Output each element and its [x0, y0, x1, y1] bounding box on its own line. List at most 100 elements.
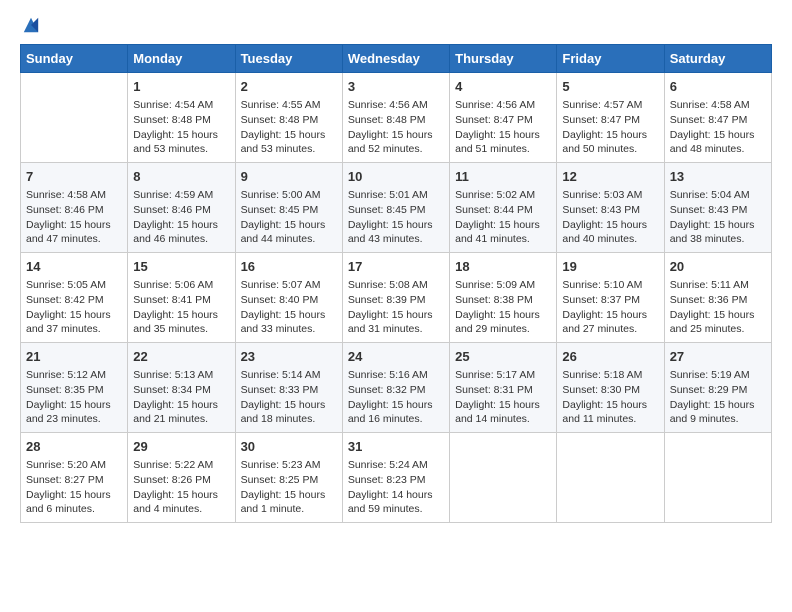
calendar-cell: 25 Sunrise: 5:17 AM Sunset: 8:31 PM Dayli… — [450, 343, 557, 433]
calendar-cell: 27 Sunrise: 5:19 AM Sunset: 8:29 PM Dayli… — [664, 343, 771, 433]
calendar-cell: 10 Sunrise: 5:01 AM Sunset: 8:45 PM Dayli… — [342, 163, 449, 253]
cell-content: Sunrise: 4:58 AM Sunset: 8:46 PM Dayligh… — [26, 188, 122, 247]
day-number: 27 — [670, 348, 766, 366]
day-number: 26 — [562, 348, 658, 366]
calendar-cell: 9 Sunrise: 5:00 AM Sunset: 8:45 PM Daylig… — [235, 163, 342, 253]
calendar-cell: 4Sunrise: 4:56 AM Sunset: 8:47 PM Daylig… — [450, 73, 557, 163]
cell-content: Sunrise: 5:22 AM Sunset: 8:26 PM Dayligh… — [133, 458, 229, 517]
day-number: 20 — [670, 258, 766, 276]
day-number: 25 — [455, 348, 551, 366]
calendar-cell: 20 Sunrise: 5:11 AM Sunset: 8:36 PM Dayli… — [664, 253, 771, 343]
cell-content: Sunrise: 4:56 AM Sunset: 8:47 PM Dayligh… — [455, 98, 551, 157]
day-number: 14 — [26, 258, 122, 276]
calendar-week-row: 21 Sunrise: 5:12 AM Sunset: 8:35 PM Dayli… — [21, 343, 772, 433]
cell-content: Sunrise: 5:05 AM Sunset: 8:42 PM Dayligh… — [26, 278, 122, 337]
weekday-header-tuesday: Tuesday — [235, 45, 342, 73]
day-number: 22 — [133, 348, 229, 366]
calendar-cell: 18 Sunrise: 5:09 AM Sunset: 8:38 PM Dayli… — [450, 253, 557, 343]
cell-content: Sunrise: 5:24 AM Sunset: 8:23 PM Dayligh… — [348, 458, 444, 517]
cell-content: Sunrise: 5:08 AM Sunset: 8:39 PM Dayligh… — [348, 278, 444, 337]
day-number: 5 — [562, 78, 658, 96]
calendar-cell: 1 Sunrise: 4:54 AM Sunset: 8:48 PM Daylig… — [128, 73, 235, 163]
calendar-cell: 7 Sunrise: 4:58 AM Sunset: 8:46 PM Daylig… — [21, 163, 128, 253]
weekday-header-friday: Friday — [557, 45, 664, 73]
calendar-cell: 29 Sunrise: 5:22 AM Sunset: 8:26 PM Dayli… — [128, 433, 235, 523]
calendar-cell: 23Sunrise: 5:14 AM Sunset: 8:33 PM Dayli… — [235, 343, 342, 433]
day-number: 24 — [348, 348, 444, 366]
day-number: 13 — [670, 168, 766, 186]
calendar-cell: 31 Sunrise: 5:24 AM Sunset: 8:23 PM Dayli… — [342, 433, 449, 523]
day-number: 29 — [133, 438, 229, 456]
day-number: 31 — [348, 438, 444, 456]
calendar-cell — [21, 73, 128, 163]
cell-content: Sunrise: 5:12 AM Sunset: 8:35 PM Dayligh… — [26, 368, 122, 427]
day-number: 3 — [348, 78, 444, 96]
day-number: 19 — [562, 258, 658, 276]
cell-content: Sunrise: 5:06 AM Sunset: 8:41 PM Dayligh… — [133, 278, 229, 337]
cell-content: Sunrise: 5:20 AM Sunset: 8:27 PM Dayligh… — [26, 458, 122, 517]
day-number: 12 — [562, 168, 658, 186]
calendar-cell: 14 Sunrise: 5:05 AM Sunset: 8:42 PM Dayli… — [21, 253, 128, 343]
day-number: 11 — [455, 168, 551, 186]
calendar-cell: 12Sunrise: 5:03 AM Sunset: 8:43 PM Dayli… — [557, 163, 664, 253]
cell-content: Sunrise: 4:58 AM Sunset: 8:47 PM Dayligh… — [670, 98, 766, 157]
day-number: 28 — [26, 438, 122, 456]
calendar-cell: 17 Sunrise: 5:08 AM Sunset: 8:39 PM Dayli… — [342, 253, 449, 343]
day-number: 9 — [241, 168, 337, 186]
cell-content: Sunrise: 4:54 AM Sunset: 8:48 PM Dayligh… — [133, 98, 229, 157]
cell-content: Sunrise: 5:00 AM Sunset: 8:45 PM Dayligh… — [241, 188, 337, 247]
calendar-cell: 22Sunrise: 5:13 AM Sunset: 8:34 PM Dayli… — [128, 343, 235, 433]
day-number: 10 — [348, 168, 444, 186]
page-header — [20, 20, 772, 34]
cell-content: Sunrise: 4:57 AM Sunset: 8:47 PM Dayligh… — [562, 98, 658, 157]
calendar-cell: 2Sunrise: 4:55 AM Sunset: 8:48 PM Daylig… — [235, 73, 342, 163]
cell-content: Sunrise: 4:55 AM Sunset: 8:48 PM Dayligh… — [241, 98, 337, 157]
day-number: 17 — [348, 258, 444, 276]
day-number: 8 — [133, 168, 229, 186]
calendar-cell: 30Sunrise: 5:23 AM Sunset: 8:25 PM Dayli… — [235, 433, 342, 523]
cell-content: Sunrise: 5:19 AM Sunset: 8:29 PM Dayligh… — [670, 368, 766, 427]
calendar-cell: 26Sunrise: 5:18 AM Sunset: 8:30 PM Dayli… — [557, 343, 664, 433]
weekday-header-saturday: Saturday — [664, 45, 771, 73]
calendar-table: SundayMondayTuesdayWednesdayThursdayFrid… — [20, 44, 772, 523]
calendar-week-row: 14 Sunrise: 5:05 AM Sunset: 8:42 PM Dayli… — [21, 253, 772, 343]
cell-content: Sunrise: 5:02 AM Sunset: 8:44 PM Dayligh… — [455, 188, 551, 247]
calendar-cell: 28 Sunrise: 5:20 AM Sunset: 8:27 PM Dayli… — [21, 433, 128, 523]
calendar-cell — [557, 433, 664, 523]
calendar-cell: 8 Sunrise: 4:59 AM Sunset: 8:46 PM Daylig… — [128, 163, 235, 253]
cell-content: Sunrise: 5:23 AM Sunset: 8:25 PM Dayligh… — [241, 458, 337, 517]
cell-content: Sunrise: 5:09 AM Sunset: 8:38 PM Dayligh… — [455, 278, 551, 337]
calendar-cell — [664, 433, 771, 523]
cell-content: Sunrise: 5:07 AM Sunset: 8:40 PM Dayligh… — [241, 278, 337, 337]
day-number: 1 — [133, 78, 229, 96]
calendar-week-row: 1 Sunrise: 4:54 AM Sunset: 8:48 PM Daylig… — [21, 73, 772, 163]
calendar-cell: 19 Sunrise: 5:10 AM Sunset: 8:37 PM Dayli… — [557, 253, 664, 343]
day-number: 6 — [670, 78, 766, 96]
cell-content: Sunrise: 5:16 AM Sunset: 8:32 PM Dayligh… — [348, 368, 444, 427]
logo-icon — [22, 16, 40, 34]
cell-content: Sunrise: 5:17 AM Sunset: 8:31 PM Dayligh… — [455, 368, 551, 427]
calendar-week-row: 7 Sunrise: 4:58 AM Sunset: 8:46 PM Daylig… — [21, 163, 772, 253]
day-number: 21 — [26, 348, 122, 366]
calendar-cell: 5 Sunrise: 4:57 AM Sunset: 8:47 PM Daylig… — [557, 73, 664, 163]
calendar-cell: 13 Sunrise: 5:04 AM Sunset: 8:43 PM Dayli… — [664, 163, 771, 253]
calendar-cell: 21 Sunrise: 5:12 AM Sunset: 8:35 PM Dayli… — [21, 343, 128, 433]
logo — [20, 20, 40, 34]
cell-content: Sunrise: 4:56 AM Sunset: 8:48 PM Dayligh… — [348, 98, 444, 157]
day-number: 18 — [455, 258, 551, 276]
calendar-week-row: 28 Sunrise: 5:20 AM Sunset: 8:27 PM Dayli… — [21, 433, 772, 523]
calendar-cell: 11 Sunrise: 5:02 AM Sunset: 8:44 PM Dayli… — [450, 163, 557, 253]
calendar-cell: 16 Sunrise: 5:07 AM Sunset: 8:40 PM Dayli… — [235, 253, 342, 343]
day-number: 7 — [26, 168, 122, 186]
weekday-header-wednesday: Wednesday — [342, 45, 449, 73]
cell-content: Sunrise: 4:59 AM Sunset: 8:46 PM Dayligh… — [133, 188, 229, 247]
calendar-cell: 15Sunrise: 5:06 AM Sunset: 8:41 PM Dayli… — [128, 253, 235, 343]
cell-content: Sunrise: 5:11 AM Sunset: 8:36 PM Dayligh… — [670, 278, 766, 337]
cell-content: Sunrise: 5:01 AM Sunset: 8:45 PM Dayligh… — [348, 188, 444, 247]
cell-content: Sunrise: 5:04 AM Sunset: 8:43 PM Dayligh… — [670, 188, 766, 247]
weekday-header-sunday: Sunday — [21, 45, 128, 73]
cell-content: Sunrise: 5:10 AM Sunset: 8:37 PM Dayligh… — [562, 278, 658, 337]
weekday-header-thursday: Thursday — [450, 45, 557, 73]
cell-content: Sunrise: 5:14 AM Sunset: 8:33 PM Dayligh… — [241, 368, 337, 427]
day-number: 16 — [241, 258, 337, 276]
